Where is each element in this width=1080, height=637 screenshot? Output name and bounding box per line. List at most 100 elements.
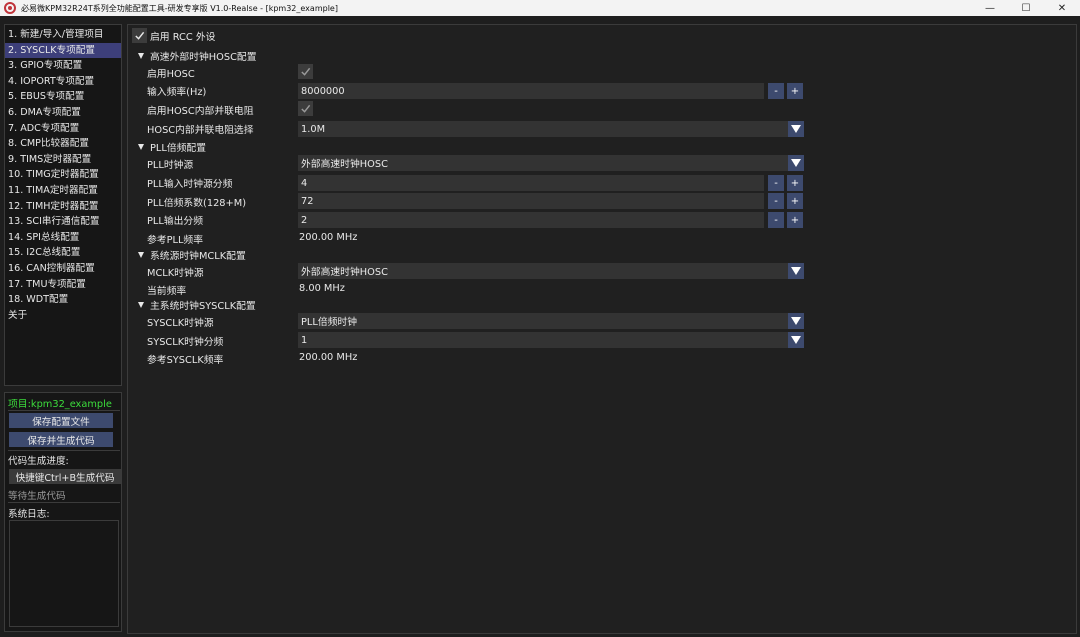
nav-item-sysclk[interactable]: 2. SYSCLK专项配置	[5, 42, 121, 59]
collapse-triangle-icon	[138, 252, 144, 258]
hosc-res-select[interactable]: 1.0M	[298, 121, 804, 137]
nav-item-gpio[interactable]: 3. GPIO专项配置	[5, 58, 121, 74]
mclk-source-value: 外部高速时钟HOSC	[301, 267, 388, 278]
hosc-parallel-res-checkbox[interactable]	[298, 101, 313, 116]
enable-hosc-checkbox[interactable]	[298, 64, 313, 79]
divider	[8, 502, 120, 503]
nav-item-tims[interactable]: 9. TIMS定时器配置	[5, 152, 121, 168]
dropdown-arrow-icon[interactable]	[788, 313, 804, 329]
checkmark-icon	[135, 31, 145, 40]
window-title: 必易微KPM32R24T系列全功能配置工具-研发专享版 V1.0-Realse …	[21, 3, 338, 13]
dropdown-arrow-icon[interactable]	[788, 155, 804, 171]
nav-item-tmu[interactable]: 17. TMU专项配置	[5, 277, 121, 293]
collapse-triangle-icon	[138, 302, 144, 308]
checkmark-icon	[301, 67, 311, 76]
mclk-section-header[interactable]: 系统源时钟MCLK配置	[138, 248, 246, 262]
nav-item-sci[interactable]: 13. SCI串行通信配置	[5, 214, 121, 230]
pll-source-select[interactable]: 外部高速时钟HOSC	[298, 155, 804, 171]
dropdown-arrow-icon[interactable]	[788, 121, 804, 137]
pll-mult-input[interactable]: 72	[298, 193, 764, 209]
nav-item-spi[interactable]: 14. SPI总线配置	[5, 230, 121, 246]
enable-hosc-label: 启用HOSC	[147, 69, 195, 80]
system-log-label: 系统日志:	[8, 509, 50, 520]
pll-source-value: 外部高速时钟HOSC	[301, 159, 388, 170]
nav-panel: 1. 新建/导入/管理项目 2. SYSCLK专项配置 3. GPIO专项配置 …	[4, 24, 122, 386]
pll-mult-decrement-button[interactable]: -	[768, 193, 784, 209]
collapse-triangle-icon	[138, 53, 144, 59]
close-button[interactable]: ✕	[1044, 0, 1080, 16]
nav-item-dma[interactable]: 6. DMA专项配置	[5, 105, 121, 121]
pll-input-div-input[interactable]: 4	[298, 175, 764, 191]
sysclk-ref-freq-label: 参考SYSCLK频率	[147, 355, 224, 366]
project-panel: 项目:kpm32_example 保存配置文件 保存并生成代码 代码生成进度: …	[4, 392, 122, 632]
hosc-freq-label: 输入频率(Hz)	[147, 87, 207, 98]
generate-code-button[interactable]: 快捷键Ctrl+B生成代码	[9, 469, 121, 484]
collapse-triangle-icon	[138, 144, 144, 150]
hosc-section-header[interactable]: 高速外部时钟HOSC配置	[138, 49, 257, 63]
sysclk-div-select[interactable]: 1	[298, 332, 804, 348]
mclk-source-select[interactable]: 外部高速时钟HOSC	[298, 263, 804, 279]
pll-input-div-increment-button[interactable]: +	[787, 175, 803, 191]
enable-rcc-checkbox[interactable]	[132, 28, 147, 43]
dropdown-arrow-icon[interactable]	[788, 263, 804, 279]
mclk-cur-freq-label: 当前频率	[147, 286, 187, 297]
nav-item-timh[interactable]: 12. TIMH定时器配置	[5, 199, 121, 215]
sysclk-source-label: SYSCLK时钟源	[147, 318, 214, 329]
pll-mult-label: PLL倍频系数(128+M)	[147, 198, 247, 209]
app-logo-icon	[4, 2, 16, 14]
mclk-source-label: MCLK时钟源	[147, 268, 204, 279]
hosc-parallel-res-label: 启用HOSC内部并联电阻	[147, 106, 254, 117]
nav-item-new-project[interactable]: 1. 新建/导入/管理项目	[5, 27, 121, 43]
nav-item-about[interactable]: 关于	[5, 308, 121, 324]
divider	[8, 450, 120, 451]
pll-input-div-decrement-button[interactable]: -	[768, 175, 784, 191]
system-log-box[interactable]	[9, 520, 119, 627]
nav-item-cmp[interactable]: 8. CMP比较器配置	[5, 136, 121, 152]
sysclk-section-header[interactable]: 主系统时钟SYSCLK配置	[138, 298, 256, 312]
hosc-section-title: 高速外部时钟HOSC配置	[150, 52, 257, 63]
sysclk-ref-freq-value: 200.00 MHz	[299, 352, 358, 363]
sysclk-div-label: SYSCLK时钟分频	[147, 337, 224, 348]
nav-item-i2c[interactable]: 15. I2C总线配置	[5, 245, 121, 261]
title-bar: 必易微KPM32R24T系列全功能配置工具-研发专享版 V1.0-Realse …	[0, 0, 1080, 16]
mclk-cur-freq-value: 8.00 MHz	[299, 283, 345, 294]
mclk-section-title: 系统源时钟MCLK配置	[150, 251, 246, 262]
generation-status: 等待生成代码	[8, 491, 66, 502]
hosc-res-select-label: HOSC内部并联电阻选择	[147, 125, 254, 136]
project-name: 项目:kpm32_example	[8, 399, 112, 410]
pll-output-div-input[interactable]: 2	[298, 212, 764, 228]
pll-ref-freq-value: 200.00 MHz	[299, 232, 358, 243]
nav-item-timg[interactable]: 10. TIMG定时器配置	[5, 167, 121, 183]
sysclk-source-select[interactable]: PLL倍频时钟	[298, 313, 804, 329]
pll-output-div-increment-button[interactable]: +	[787, 212, 803, 228]
nav-item-tima[interactable]: 11. TIMA定时器配置	[5, 183, 121, 199]
nav-item-ioport[interactable]: 4. IOPORT专项配置	[5, 74, 121, 90]
pll-input-div-label: PLL输入时钟源分频	[147, 179, 233, 190]
minimize-button[interactable]: —	[972, 0, 1008, 16]
enable-rcc-label: 启用 RCC 外设	[150, 32, 216, 43]
pll-ref-freq-label: 参考PLL频率	[147, 235, 204, 246]
hosc-freq-input[interactable]: 8000000	[298, 83, 764, 99]
pll-source-label: PLL时钟源	[147, 160, 194, 171]
hosc-freq-increment-button[interactable]: +	[787, 83, 803, 99]
nav-item-ebus[interactable]: 5. EBUS专项配置	[5, 89, 121, 105]
checkmark-icon	[301, 104, 311, 113]
nav-item-wdt[interactable]: 18. WDT配置	[5, 292, 121, 308]
progress-label: 代码生成进度:	[8, 456, 69, 467]
pll-section-header[interactable]: PLL倍频配置	[138, 140, 206, 154]
save-generate-button[interactable]: 保存并生成代码	[9, 432, 113, 447]
nav-item-can[interactable]: 16. CAN控制器配置	[5, 261, 121, 277]
dropdown-arrow-icon[interactable]	[788, 332, 804, 348]
pll-output-div-label: PLL输出分频	[147, 216, 204, 227]
pll-section-title: PLL倍频配置	[150, 143, 207, 154]
pll-output-div-decrement-button[interactable]: -	[768, 212, 784, 228]
hosc-freq-decrement-button[interactable]: -	[768, 83, 784, 99]
save-config-button[interactable]: 保存配置文件	[9, 413, 113, 428]
divider	[8, 410, 120, 411]
window-controls: — ☐ ✕	[972, 0, 1080, 16]
maximize-button[interactable]: ☐	[1008, 0, 1044, 16]
sysclk-div-value: 1	[301, 334, 308, 346]
nav-item-adc[interactable]: 7. ADC专项配置	[5, 121, 121, 137]
sysclk-config-panel: 启用 RCC 外设 高速外部时钟HOSC配置 启用HOSC 输入频率(Hz) 8…	[127, 24, 1077, 634]
pll-mult-increment-button[interactable]: +	[787, 193, 803, 209]
